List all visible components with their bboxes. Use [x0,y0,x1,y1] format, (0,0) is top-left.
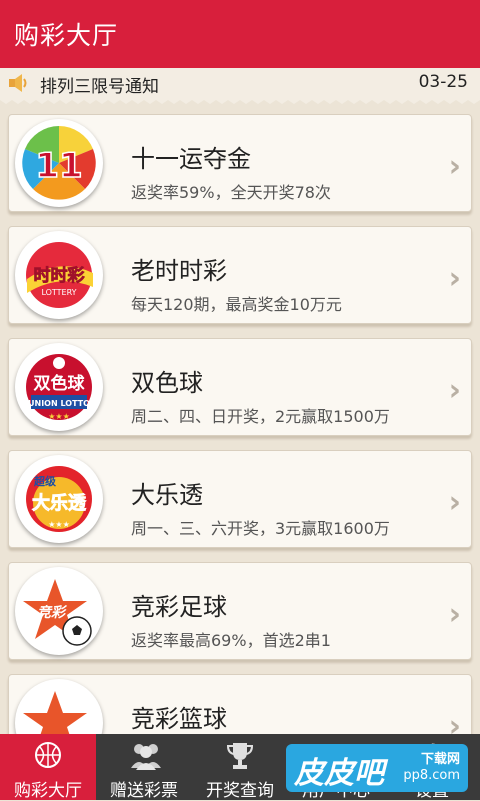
watermark-url-text: pp8.com [403,768,460,783]
lottery-name: 老时时彩 [131,257,227,285]
lottery-card-shiyiyunduojin[interactable]: 11 十一运夺金 返奖率59%，全天开奖78次 › [8,114,472,212]
lottery-name: 双色球 [131,369,203,397]
shishicai-logo: 时时彩 LOTTERY [15,231,103,319]
logo-subtext: LOTTERY [41,288,76,297]
chevron-right-icon: › [448,485,461,520]
app-header: 购彩大厅 [0,0,480,68]
tab-goucai-dating[interactable]: 购彩大厅 [0,734,96,801]
logo-text: 双色球 [34,373,86,394]
logo-text: 11 [35,146,82,186]
chevron-right-icon: › [448,149,461,184]
logo-subtext: UNION LOTTO [28,399,90,408]
daletou-logo: 超级 大乐透 ★★★ [15,455,103,543]
notice-text: 排列三限号通知 [40,77,159,97]
logo-text: 竞彩 [37,604,68,621]
tab-label: 购彩大厅 [14,781,82,801]
lottery-card-daletou[interactable]: 超级 大乐透 ★★★ 大乐透 周一、三、六开奖，3元赢取1600万 › [8,450,472,548]
watermark-big-text: 皮皮吧 [294,756,384,791]
speaker-icon [9,74,27,92]
chevron-right-icon: › [448,709,461,734]
jingcaizuqiu-logo: 竞彩 [15,567,103,655]
people-icon [131,744,161,770]
tab-label: 开奖查询 [206,781,274,801]
tab-label: 赠送彩票 [110,781,178,801]
basketball-icon [35,742,61,768]
lottery-desc: 周二、四、日开奖，2元赢取1500万 [131,407,390,426]
notice-date: 03-25 [418,72,468,92]
lottery-card-jingcailanqiu[interactable]: 竞彩篮球 › [8,674,472,734]
lottery-list[interactable]: 11 十一运夺金 返奖率59%，全天开奖78次 › 时时彩 LOTTERY 老时… [0,104,480,734]
chevron-right-icon: › [448,261,461,296]
shuangseqiu-logo: 双色球 UNION LOTTO ★★★ [15,343,103,431]
tab-kaijiang-chaxun[interactable]: 开奖查询 [192,734,288,801]
lottery-name: 竞彩篮球 [131,705,227,733]
lottery-desc: 周一、三、六开奖，3元赢取1600万 [131,519,390,538]
svg-text:★★★: ★★★ [48,412,70,421]
lottery-card-jingcaizuqiu[interactable]: 竞彩 竞彩足球 返奖率最高69%，首选2串1 › [8,562,472,660]
jingcailanqiu-logo [15,679,103,734]
logo-text: 时时彩 [34,266,85,286]
lottery-desc: 返奖率59%，全天开奖78次 [131,183,331,202]
lottery-name: 大乐透 [131,481,203,509]
tab-zengsong-caipiao[interactable]: 赠送彩票 [96,734,192,801]
lottery-desc: 返奖率最高69%，首选2串1 [131,631,331,650]
notice-bar[interactable]: 排列三限号通知 03-25 [0,68,480,99]
lottery-card-laoshishicai[interactable]: 时时彩 LOTTERY 老时时彩 每天120期，最高奖金10万元 › [8,226,472,324]
lottery-name: 十一运夺金 [131,145,251,173]
page-title: 购彩大厅 [14,21,119,50]
chevron-right-icon: › [448,597,461,632]
lottery-name: 竞彩足球 [131,593,227,621]
logo-subtext: 超级 [33,474,57,488]
logo-text: 大乐透 [32,492,87,514]
shiyiyun-logo: 11 [15,119,103,207]
lottery-desc: 每天120期，最高奖金10万元 [131,295,342,314]
site-watermark: 皮皮吧 下载网 pp8.com [286,744,468,792]
svg-text:★★★: ★★★ [48,520,70,529]
watermark-small-text: 下载网 [420,752,460,767]
trophy-icon [226,743,254,769]
chevron-right-icon: › [448,373,461,408]
lottery-card-shuangseqiu[interactable]: 双色球 UNION LOTTO ★★★ 双色球 周二、四、日开奖，2元赢取150… [8,338,472,436]
